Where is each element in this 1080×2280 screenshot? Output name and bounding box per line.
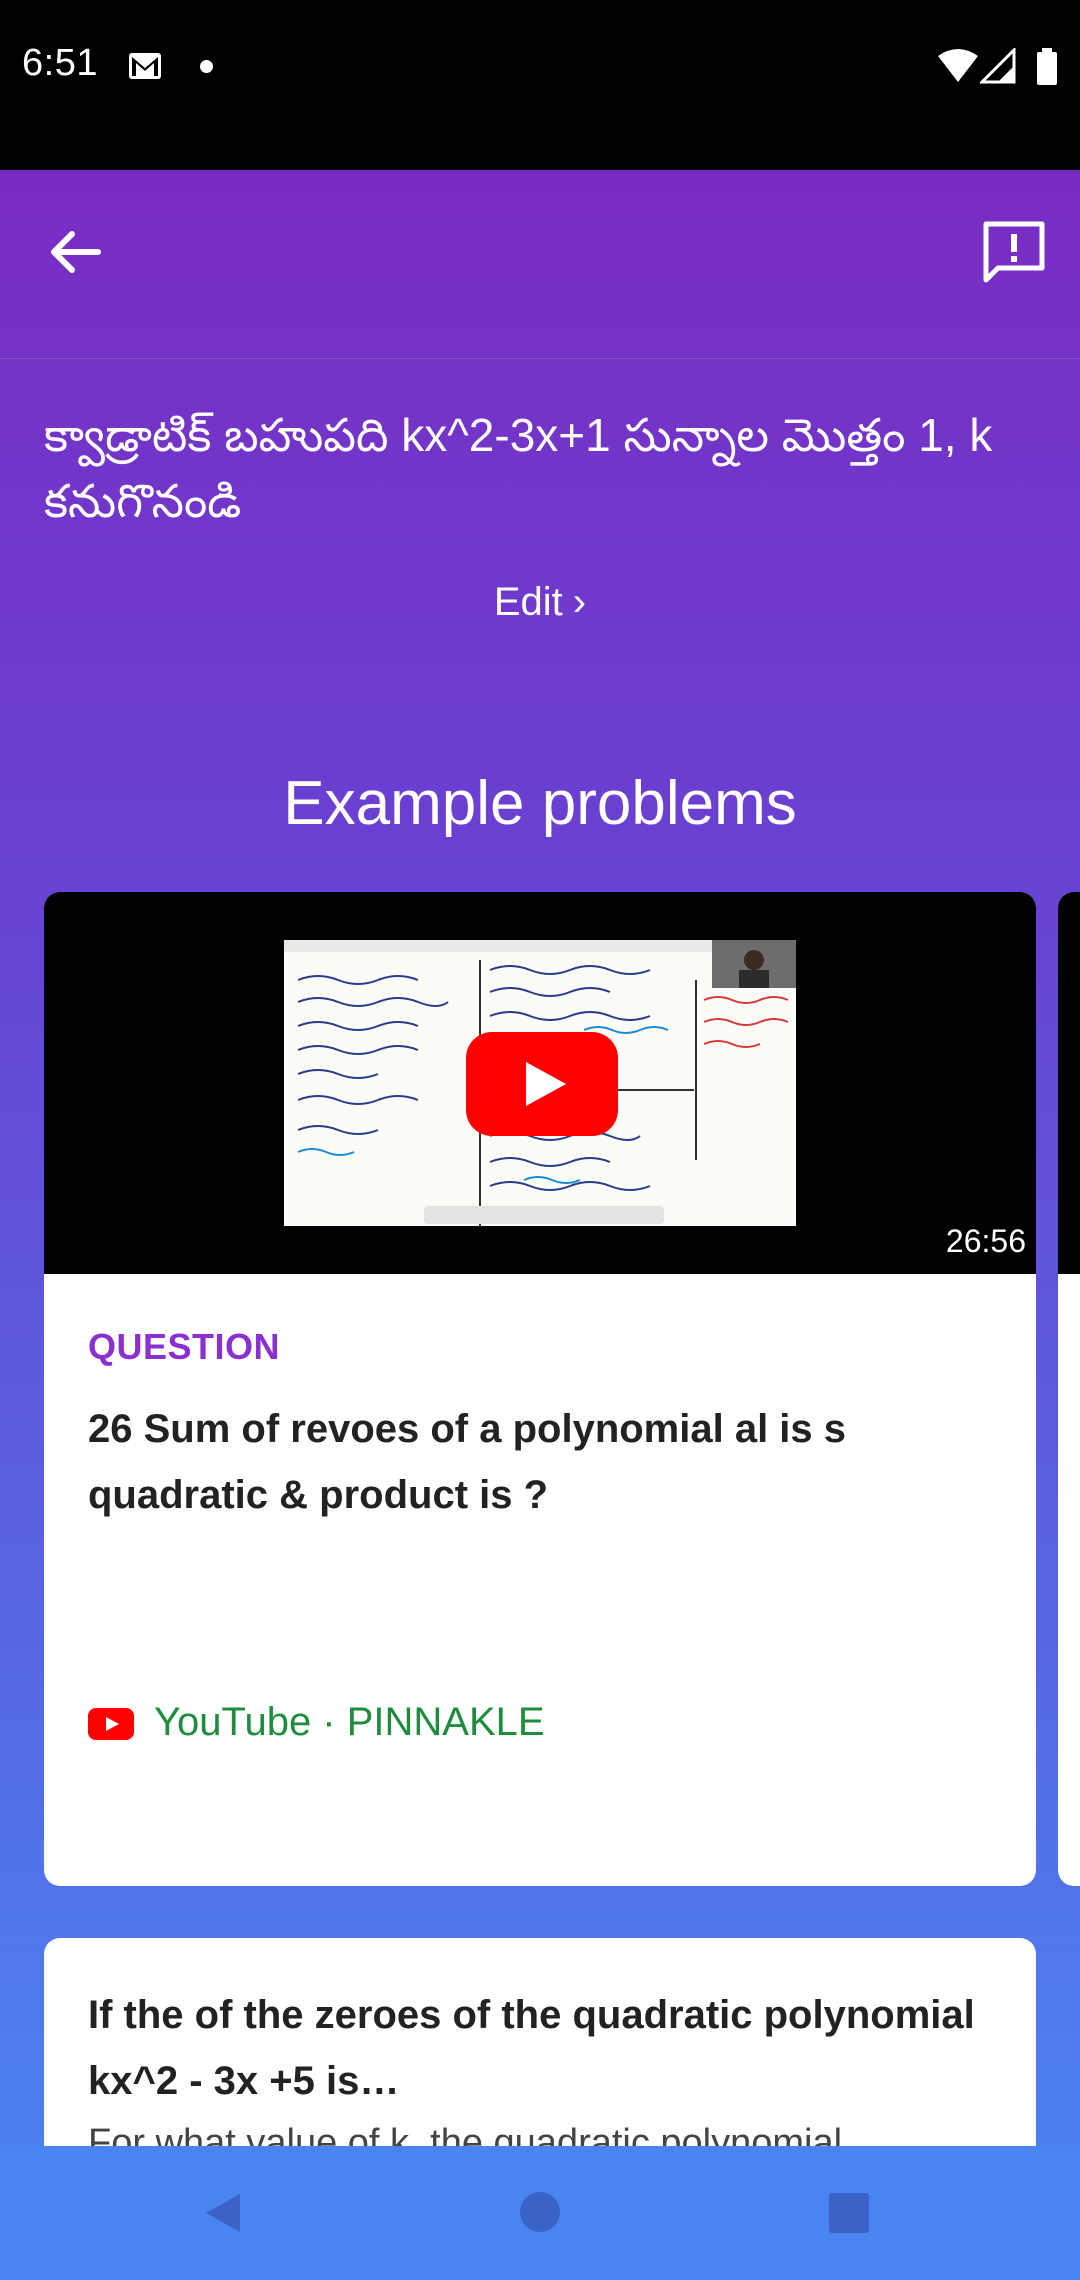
nav-home-icon[interactable]	[518, 2190, 562, 2234]
more-from-web-title: More from the web	[281, 1811, 799, 1880]
nav-recent-apps-icon[interactable]	[828, 2192, 870, 2234]
edit-button[interactable]: Edit ›	[0, 580, 1080, 625]
status-bar: 6:51	[0, 0, 1080, 170]
feedback-icon[interactable]	[980, 218, 1048, 286]
arrow-left-icon[interactable]	[44, 220, 108, 284]
edit-label: Edit	[493, 580, 563, 624]
example-problems-title: Example problems	[283, 769, 797, 838]
video-duration: 26:56	[945, 1223, 1026, 1259]
query-text: క్వాడ్రాటిక్ బహుపది kx^2-3x+1 సున్నాల మొ…	[44, 409, 993, 527]
question-text: 26 Sum of revoes of a polynomial al is s…	[88, 1407, 847, 1517]
video-thumbnail[interactable]: 26:56	[44, 892, 1036, 1274]
next-example-card[interactable]	[1058, 892, 1080, 1886]
chevron-right-icon: ›	[572, 580, 587, 624]
toolbar	[0, 170, 1080, 359]
play-icon[interactable]	[466, 1032, 618, 1136]
example-video-card[interactable]: 26:56 QUESTION 26 Sum of revoes of a pol…	[44, 892, 1036, 1886]
nav-back-icon[interactable]	[200, 2190, 246, 2236]
web-result-title: If the of the zeroes of the quadratic po…	[88, 1993, 975, 2103]
gmail-icon	[129, 53, 161, 79]
battery-icon	[1037, 48, 1057, 85]
status-time: 6:51	[22, 42, 98, 84]
question-label: QUESTION	[88, 1326, 281, 1367]
next-card-thumbnail	[1058, 892, 1080, 1274]
app-content: క్వాడ్రాటిక్ బహుపది kx^2-3x+1 సున్నాల మొ…	[0, 170, 1080, 2280]
video-source[interactable]: YouTube · PINNAKLE	[154, 1700, 545, 1745]
navigation-bar	[0, 2146, 1080, 2280]
wifi-icon	[938, 49, 978, 82]
signal-icon	[980, 48, 1016, 84]
notification-dot-icon	[200, 60, 213, 73]
card-body: QUESTION 26 Sum of revoes of a polynomia…	[44, 1274, 1036, 1886]
youtube-icon	[88, 1708, 134, 1740]
